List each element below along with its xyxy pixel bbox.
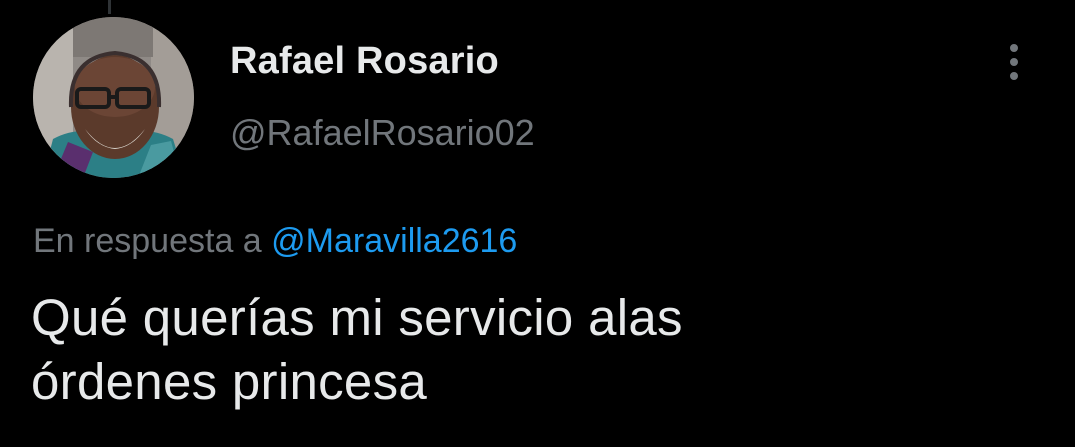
more-options-button[interactable] [996,38,1032,86]
author-handle: @RafaelRosario02 [230,112,535,153]
reply-mention-link[interactable]: @Maravilla2616 [271,222,517,260]
tweet-text-line: Qué querías mi servicio alas [31,289,683,346]
user-avatar-photo-icon [33,17,194,178]
avatar[interactable] [33,17,194,178]
thread-connector-line [108,0,111,14]
vertical-ellipsis-icon [1010,44,1018,80]
reply-context: En respuesta a @Maravilla2616 [33,222,517,261]
tweet-text: Qué querías mi servicio alas órdenes pri… [31,286,1031,414]
tweet-text-line: órdenes princesa [31,353,428,410]
author-display-name[interactable]: Rafael Rosario [230,40,499,83]
reply-prefix: En respuesta a [33,222,262,260]
